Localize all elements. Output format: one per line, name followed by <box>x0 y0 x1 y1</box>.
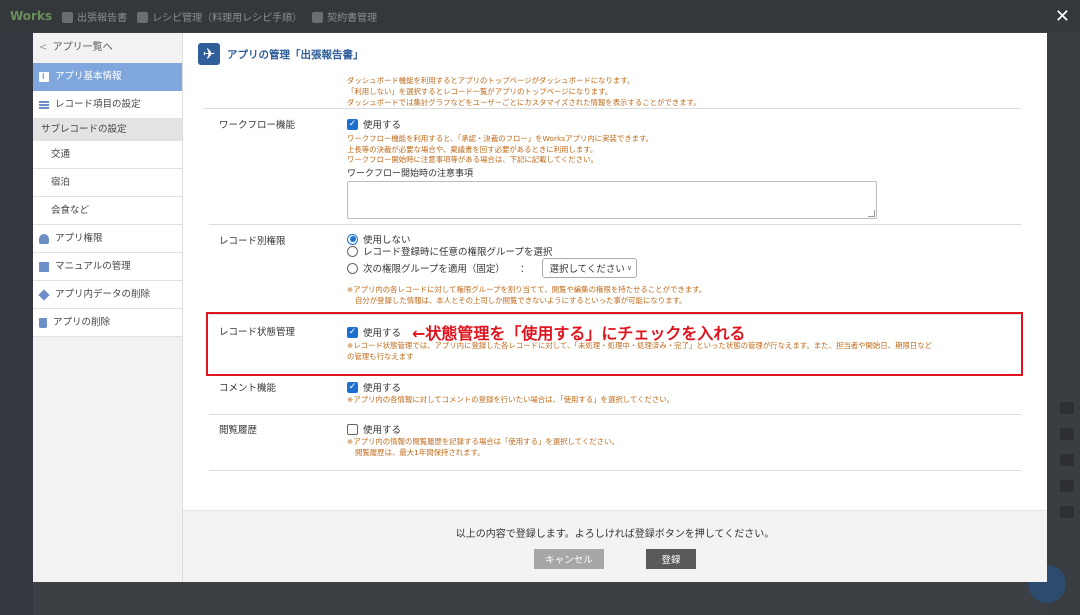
chevron-left-icon: < <box>39 42 48 53</box>
list-icon <box>39 100 49 109</box>
background-right-rail <box>1047 32 1080 615</box>
permission-radio-choose-on-register[interactable] <box>347 245 358 257</box>
permission-group-select[interactable]: 選択してください ∨ <box>542 258 638 278</box>
airplane-icon: ✈ <box>198 43 220 65</box>
eraser-icon <box>38 288 50 301</box>
workflow-notes: ワークフロー機能を利用すると、「承認・決裁のフロー」をWorksアプリ内に実装で… <box>347 134 654 164</box>
book-icon <box>39 261 49 272</box>
record-permission-label: レコード別権限 <box>219 236 286 247</box>
sidebar-item-dining[interactable]: 会食など <box>33 197 182 225</box>
close-icon[interactable]: ✕ <box>1055 6 1070 27</box>
history-checkbox[interactable] <box>347 423 358 435</box>
comment-label: コメント機能 <box>219 383 277 394</box>
history-checkbox-label: 使用する <box>363 425 402 436</box>
chevron-down-icon: ∨ <box>626 264 633 272</box>
record-status-label: レコード状態管理 <box>219 327 296 338</box>
background-topbar: Works 出張報告書 レシピ管理（料理用レシピ手順） 契約書管理 <box>0 0 1080 32</box>
users-icon <box>39 233 49 244</box>
record-permission-row: レコード別権限 使用しない レコード登録時に任意の権限グループを選択 次の権限グ… <box>209 225 1021 315</box>
comment-checkbox[interactable]: ✓ <box>347 381 358 393</box>
record-status-notes: ※レコード状態管理では、アプリ内に登録した各レコードに対して、「未処理・処理中・… <box>347 341 933 361</box>
footer-message: 以上の内容で登録します。よろしければ登録ボタンを押してください。 <box>455 529 775 540</box>
form-footer: 以上の内容で登録します。よろしければ登録ボタンを押してください。 キャンセル 登… <box>183 510 1047 582</box>
settings-sidebar: < アプリ一覧へ アプリ基本情報 レコード項目の設定 サブレコードの設定 交通 … <box>33 33 183 582</box>
history-notes: ※アプリ内の情報の閲覧履歴を記録する場合は「使用する」を選択してください。 閲覧… <box>347 437 619 457</box>
workflow-row: ワークフロー機能 ✓ 使用する ワークフロー機能を利用すると、「承認・決裁のフロ… <box>209 109 1021 225</box>
sidebar-item-delete-app[interactable]: アプリの削除 <box>33 309 182 337</box>
workflow-checkbox-label: 使用する <box>363 120 402 131</box>
dashboard-notes: ダッシュボード機能を利用するとアプリのトップページがダッシュボードになります。 … <box>204 75 1021 109</box>
page-title: アプリの管理「出張報告書」 <box>227 48 364 61</box>
back-to-app-list-link[interactable]: < アプリ一覧へ <box>33 33 182 63</box>
record-status-row: レコード状態管理 ✓ 使用する ←状態管理を「使用する」にチェックを入れる ※レ… <box>206 312 1023 376</box>
settings-form: ダッシュボード機能を利用するとアプリのトップページがダッシュボードになります。 … <box>183 75 1047 510</box>
works-logo: Works <box>10 9 53 23</box>
permission-radio-none[interactable] <box>347 233 358 245</box>
cancel-button[interactable]: キャンセル <box>534 549 604 569</box>
info-icon <box>39 63 49 91</box>
sidebar-item-delete-app-data[interactable]: アプリ内データの削除 <box>33 281 182 309</box>
workflow-label: ワークフロー機能 <box>219 120 296 131</box>
comment-notes: ※アプリ内の各情報に対してコメントの登録を行いたい場合は、「使用する」を選択して… <box>347 395 675 404</box>
sidebar-item-transport[interactable]: 交通 <box>33 141 182 169</box>
sidebar-item-app-permissions[interactable]: アプリ権限 <box>33 225 182 253</box>
background-tab-2: レシピ管理（料理用レシピ手順） <box>137 9 302 24</box>
app-settings-modal: < アプリ一覧へ アプリ基本情報 レコード項目の設定 サブレコードの設定 交通 … <box>33 33 1047 582</box>
register-button[interactable]: 登録 <box>646 549 696 569</box>
settings-main: ✈ アプリの管理「出張報告書」 ダッシュボード機能を利用するとアプリのトップペー… <box>183 33 1047 582</box>
history-label: 閲覧履歴 <box>219 425 258 436</box>
workflow-checkbox[interactable]: ✓ <box>347 118 358 130</box>
sidebar-item-app-basic-info[interactable]: アプリ基本情報 <box>33 63 182 91</box>
main-header: ✈ アプリの管理「出張報告書」 <box>183 33 1047 75</box>
permission-colon: ： <box>519 264 530 275</box>
workflow-caution-label: ワークフロー開始時の注意事項 <box>347 168 474 179</box>
trash-icon <box>39 317 47 328</box>
permission-radio-fixed-group[interactable] <box>347 262 358 274</box>
sidebar-section-subrecords: サブレコードの設定 <box>33 119 182 141</box>
background-left-rail <box>0 32 33 615</box>
comment-checkbox-label: 使用する <box>363 383 402 394</box>
background-tab-3: 契約書管理 <box>312 9 377 24</box>
permission-notes: ※アプリ内の各レコードに対して権限グループを割り当てて、閲覧や編集の権限を持たせ… <box>347 285 707 305</box>
workflow-caution-textarea[interactable] <box>347 180 877 219</box>
sidebar-item-manual[interactable]: マニュアルの管理 <box>33 253 182 281</box>
history-row: 閲覧履歴 使用する ※アプリ内の情報の閲覧履歴を記録する場合は「使用する」を選択… <box>209 415 1021 471</box>
record-status-checkbox[interactable]: ✓ <box>347 326 358 338</box>
sidebar-item-lodging[interactable]: 宿泊 <box>33 169 182 197</box>
background-tab-1: 出張報告書 <box>62 9 127 24</box>
record-status-checkbox-label: 使用する <box>363 328 402 339</box>
comment-row: コメント機能 ✓ 使用する ※アプリ内の各情報に対してコメントの登録を行いたい場… <box>209 375 1021 415</box>
